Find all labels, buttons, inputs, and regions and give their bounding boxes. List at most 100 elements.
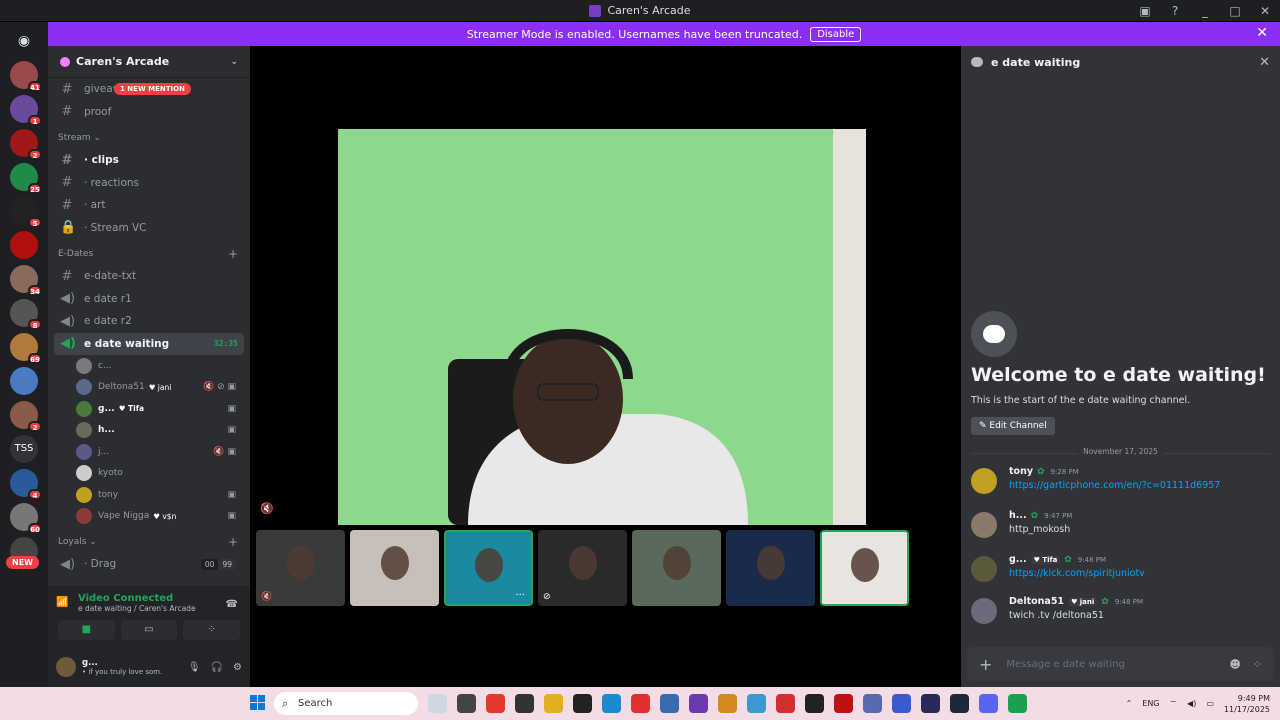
voice-user[interactable]: kyoto [76,463,250,485]
channel-item[interactable]: # · clips [54,149,244,172]
disconnect-icon[interactable]: ☎ [226,599,238,610]
avatar[interactable] [971,556,997,582]
server-icon[interactable]: 60 [10,503,42,534]
taskbar-app-icon[interactable] [921,694,940,713]
emoji-icon[interactable]: ☻ [1229,658,1240,671]
server-icon[interactable]: 25 [10,163,42,194]
server-icon[interactable] [10,231,38,259]
server-icon[interactable]: 34 [10,265,42,296]
channel-item[interactable]: ◀) e date r2 [54,310,244,333]
message-author[interactable]: g... [1009,554,1027,565]
taskbar-search[interactable]: ⌕ Search [274,692,418,715]
channel-item[interactable]: # · art [54,194,244,217]
focused-video[interactable] [338,129,866,525]
gear-icon[interactable]: ⚙ [233,662,242,673]
plus-icon[interactable]: + [228,247,238,261]
server-icon[interactable]: 4 [10,469,42,500]
voice-user[interactable]: tony ▣ [76,484,250,506]
windows-start-icon[interactable] [250,695,266,711]
server-header[interactable]: Caren's Arcade ⌄ [48,46,250,78]
channel-proof[interactable]: # proof [54,101,244,124]
taskbar-app-icon[interactable] [428,694,447,713]
wifi-icon[interactable]: ⌔ [1170,699,1178,709]
signal-icon[interactable]: 📶 [56,597,68,608]
screen-share-button[interactable]: ▭ [120,620,178,640]
channel-item[interactable]: # · reactions [54,172,244,195]
edit-channel-button[interactable]: ✎ Edit Channel [971,417,1055,435]
server-icon[interactable] [10,367,38,395]
new-mention-pill[interactable]: 1 NEW MENTION [114,83,191,95]
message-author[interactable]: Deltona51 [1009,596,1064,607]
message-input[interactable]: Message e date waiting [1006,659,1125,670]
voice-user[interactable]: Vape Nigga ♥ v$n ▣ [76,506,250,528]
message-link[interactable]: https://garticphone.com/en/?c=01111d6957 [1009,480,1271,491]
apps-icon[interactable]: ⁘ [1253,658,1262,671]
category-loyals[interactable]: Loyals ⌄ + [54,531,244,553]
taskbar-app-icon[interactable] [747,694,766,713]
microphone-icon[interactable]: 🎙 [188,662,201,673]
taskbar-app-icon[interactable] [892,694,911,713]
maximize-button[interactable]: □ [1220,4,1250,18]
inbox-icon[interactable]: ▣ [1130,4,1160,18]
participant-tile[interactable]: 🔇 [256,530,345,606]
taskbar-app-icon[interactable] [544,694,563,713]
participant-tile[interactable] [350,530,439,606]
message-link[interactable]: https://kick.com/spiritjuniotv [1009,568,1271,579]
language-indicator[interactable]: ENG [1142,699,1159,708]
taskbar-app-icon[interactable] [515,694,534,713]
server-icon[interactable]: TSS [10,435,38,463]
headphones-icon[interactable]: 🎧 [211,662,223,673]
taskbar-app-icon[interactable] [776,694,795,713]
channel-item[interactable]: ◀) e date r1 [54,288,244,311]
taskbar-app-icon[interactable] [689,694,708,713]
activities-button[interactable]: ⁘ [183,620,241,640]
taskbar-app-icon[interactable] [631,694,650,713]
avatar[interactable] [56,657,76,677]
participant-tile[interactable] [726,530,815,606]
participant-tile[interactable]: ··· [444,530,533,606]
server-icon[interactable]: 1 [10,95,42,126]
taskbar-app-icon[interactable] [573,694,592,713]
voice-user[interactable]: c... [76,355,250,377]
avatar[interactable] [971,512,997,538]
voice-location[interactable]: e date waiting / Caren's Arcade [78,604,240,613]
taskbar-app-icon[interactable] [718,694,737,713]
help-icon[interactable]: ? [1160,4,1190,18]
taskbar-app-icon[interactable] [863,694,882,713]
channel-drag[interactable]: ◀) · Drag 00 99 [54,553,244,576]
category-stream[interactable]: Stream ⌄ [54,127,244,149]
taskbar-app-icon[interactable] [457,694,476,713]
close-icon[interactable]: ✕ [1256,25,1268,41]
taskbar-app-icon[interactable] [486,694,505,713]
voice-user[interactable]: Deltona51 ♥ jani 🔇 ⊘ ▣ [76,377,250,399]
server-icon[interactable]: 5 [10,197,42,228]
taskbar-app-icon[interactable] [602,694,621,713]
taskbar-app-icon[interactable] [1008,694,1027,713]
channel-item[interactable]: 🔒 · Stream VC [54,217,244,240]
close-icon[interactable]: ✕ [1259,55,1270,70]
attach-plus-icon[interactable]: + [979,655,992,674]
participant-tile[interactable] [820,530,909,606]
channel-item[interactable]: # e-date-txt [54,265,244,288]
taskbar-app-icon[interactable] [950,694,969,713]
taskbar-app-icon[interactable] [660,694,679,713]
server-icon[interactable]: 2 [10,401,42,432]
avatar[interactable] [971,598,997,624]
voice-user[interactable]: g... ♥ Tifa ▣ [76,398,250,420]
plus-icon[interactable]: + [228,535,238,549]
message-author[interactable]: tony [1009,466,1033,477]
chevron-up-icon[interactable]: ⌃ [1126,699,1133,708]
category-edates[interactable]: E-Dates + [54,243,244,265]
close-window-button[interactable]: ✕ [1250,4,1280,18]
voice-user[interactable]: j... 🔇 ▣ [76,441,250,463]
taskbar-app-icon[interactable] [834,694,853,713]
minimize-button[interactable]: _ [1190,4,1220,18]
voice-user[interactable]: h... ▣ [76,420,250,442]
more-icon[interactable]: ··· [515,590,525,601]
server-icon[interactable]: 41 [10,61,42,92]
volume-icon[interactable]: ◀) [1187,699,1196,708]
channel-e-date-waiting[interactable]: ◀) e date waiting 32:35 [54,332,244,355]
taskbar-app-icon[interactable] [979,694,998,713]
clock[interactable]: 9:49 PM 11/17/2025 [1224,693,1270,715]
taskbar-app-icon[interactable] [805,694,824,713]
